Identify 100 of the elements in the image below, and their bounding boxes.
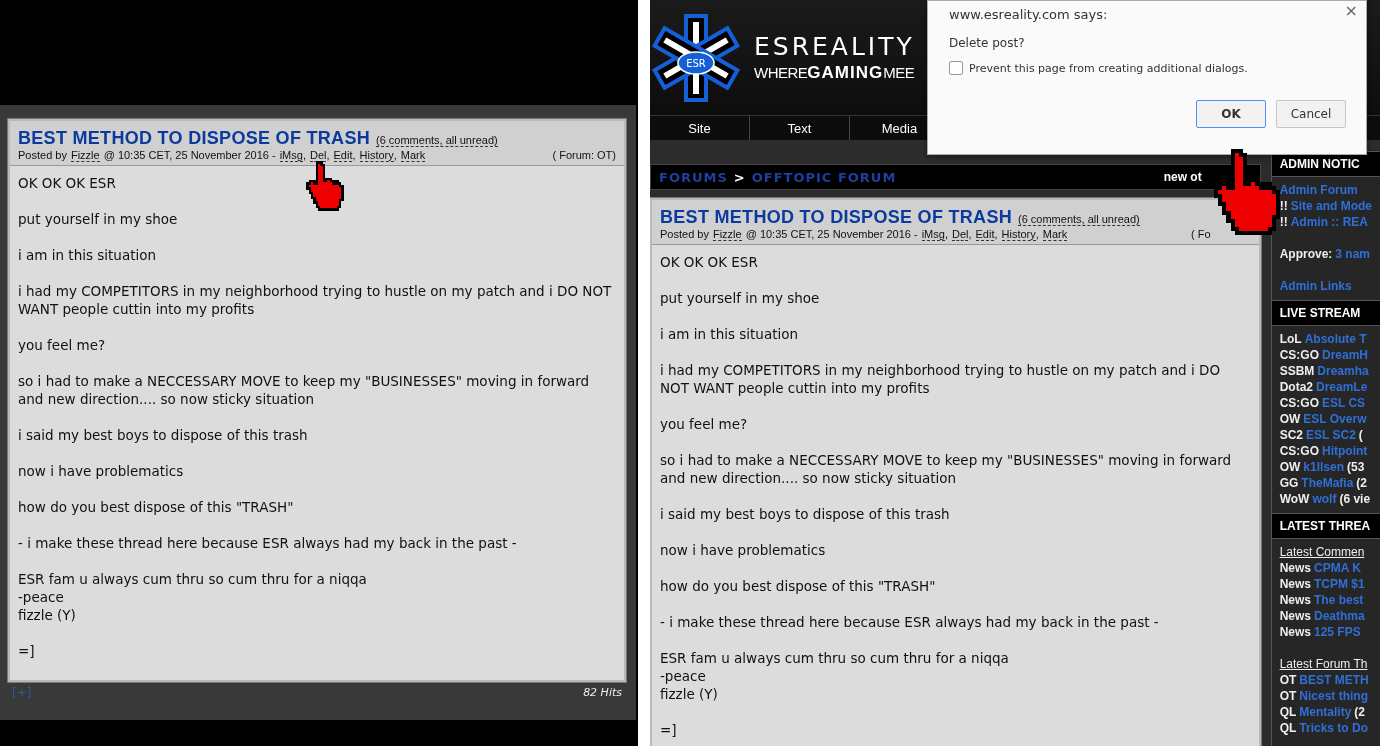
sidebar-label: WoW (1279, 491, 1310, 507)
sidebar-link[interactable]: DreamLe (1316, 379, 1368, 395)
sidebar-heading: LIVE STREAM (1271, 300, 1380, 326)
post-action-link[interactable]: iMsg (921, 228, 945, 241)
sidebar-label: News (1279, 624, 1311, 640)
author-link[interactable]: Fizzle (70, 149, 100, 162)
author-link[interactable]: Fizzle (712, 228, 742, 241)
breadcrumb-link[interactable]: FORUMS (659, 169, 728, 185)
new-topic-link[interactable]: new ot (1163, 170, 1202, 184)
sidebar-link[interactable]: Nicest thing (1299, 688, 1368, 704)
hand-cursor-icon (305, 160, 345, 212)
sidebar-label: Dota2 (1279, 379, 1313, 395)
post-text: fizzle (Y) (18, 606, 77, 624)
post-text: ESR fam u always cum thru so cum thru for a niqqa (18, 570, 368, 588)
sidebar-suffix: (2 (1356, 475, 1367, 491)
sidebar-link[interactable]: Admin :: REA (1290, 214, 1368, 230)
sidebar-link[interactable]: The best (1314, 592, 1364, 608)
breadcrumb-separator: > (733, 169, 746, 185)
sidebar-link[interactable]: Dreamha (1317, 363, 1369, 379)
sidebar-subheading[interactable]: Latest Commen (1279, 544, 1365, 560)
post-text: put yourself in my shoe (660, 289, 821, 307)
nav-item[interactable]: Text (750, 116, 850, 140)
separator: , (352, 149, 356, 161)
post-text: - i make these thread here because ESR always had my back in the past - (18, 534, 518, 552)
posted-by-label: Posted by (18, 149, 67, 161)
checkbox-label[interactable]: Prevent this page from creating additional dialogs. (969, 61, 1248, 75)
dialog-title: www.esreality.com says: (949, 7, 1109, 22)
separator: , (1035, 228, 1039, 240)
sidebar-link[interactable]: Admin Forum (1279, 182, 1358, 198)
sidebar-link[interactable]: BEST METH (1299, 672, 1369, 688)
sidebar-label: QL (1279, 720, 1297, 736)
post-text: how do you best dispose of this "TRASH" (660, 577, 937, 595)
post-text: put yourself in my shoe (18, 210, 179, 228)
breadcrumb-link[interactable]: OFFTOPIC FORUM (751, 169, 897, 185)
post-text: i said my best boys to dispose of this trash (18, 426, 309, 444)
sidebar-link[interactable]: CPMA K (1314, 560, 1361, 576)
post-action-link[interactable]: History (1001, 228, 1036, 241)
sidebar-link[interactable]: 125 FPS (1314, 624, 1361, 640)
site-tagline: WHERE (754, 64, 808, 81)
post-title[interactable]: BEST METHOD TO DISPOSE OF TRASH (660, 207, 1012, 228)
sidebar-link[interactable]: Hitpoint (1322, 443, 1368, 459)
separator: , (994, 228, 998, 240)
sidebar-link[interactable]: k1llsen (1303, 459, 1345, 475)
post-action-link[interactable]: Mark (400, 149, 426, 162)
post-action-link[interactable]: iMsg (279, 149, 303, 162)
post-text: =] (18, 642, 36, 660)
sidebar-link[interactable]: ESL SC2 (1306, 427, 1356, 443)
expand-link[interactable]: [+] (12, 686, 32, 700)
post-text: now i have problematics (660, 541, 827, 559)
post-text: so i had to make a NECCESSARY MOVE to keep my "BUSINESSES" moving in forward and new direction.... so now sticky situation (18, 372, 591, 408)
sidebar-label: GG (1279, 475, 1299, 491)
sidebar-link[interactable]: Mentality (1299, 704, 1352, 720)
sidebar-link[interactable]: ESL Overw (1303, 411, 1367, 427)
post-title[interactable]: BEST METHOD TO DISPOSE OF TRASH (18, 128, 370, 149)
checkbox[interactable] (949, 61, 963, 75)
sidebar-label: CS:GO (1279, 347, 1319, 363)
separator: , (326, 149, 330, 161)
sidebar-link[interactable]: Admin Links (1279, 278, 1352, 294)
sidebar-link[interactable]: 3 nam (1335, 246, 1370, 262)
sidebar-label: News (1279, 608, 1311, 624)
post-action-link[interactable]: Mark (1042, 228, 1068, 241)
separator: , (968, 228, 972, 240)
separator: , (393, 149, 397, 161)
sidebar-label: Approve: (1279, 246, 1333, 262)
sidebar-link[interactable]: DreamH (1322, 347, 1369, 363)
post-text: i said my best boys to dispose of this trash (660, 505, 951, 523)
post-text: how do you best dispose of this "TRASH" (18, 498, 295, 516)
comments-link[interactable]: (6 comments, all unread) (376, 134, 498, 147)
post-text: you feel me? (18, 336, 107, 354)
sidebar-suffix: (53 (1347, 459, 1365, 475)
sidebar-suffix: (2 (1354, 704, 1365, 720)
sidebar-link[interactable]: TCPM $1 (1314, 576, 1365, 592)
sidebar-link[interactable]: Absolute T (1304, 331, 1367, 347)
sidebar-label: OT (1279, 688, 1297, 704)
sidebar-label: QL (1279, 704, 1297, 720)
sidebar-label: OW (1279, 459, 1301, 475)
sidebar-link[interactable]: Tricks to Do (1299, 720, 1368, 736)
dialog-button[interactable]: OK (1196, 100, 1266, 128)
sidebar-label: News (1279, 560, 1311, 576)
post-text: fizzle (Y) (660, 685, 719, 703)
dialog-message: Delete post? (949, 36, 1026, 50)
sidebar-subheading[interactable]: Latest Forum Th (1279, 656, 1368, 672)
post-timestamp: @ 10:35 CET, 25 November 2016 - (745, 228, 918, 240)
post-text: you feel me? (660, 415, 749, 433)
sidebar-link[interactable]: wolf (1312, 491, 1337, 507)
forum-label: ( Fo (1191, 228, 1211, 241)
nav-item[interactable]: Site (650, 116, 750, 140)
sidebar-link[interactable]: TheMafia (1301, 475, 1354, 491)
comments-link[interactable]: (6 comments, all unread) (1018, 213, 1140, 226)
sidebar-label: CS:GO (1279, 443, 1319, 459)
close-button[interactable]: × (1344, 1, 1358, 20)
sidebar-label: !! (1279, 214, 1288, 230)
sidebar-link[interactable]: Site and Mode (1290, 198, 1372, 214)
sidebar-link[interactable]: ESL CS (1322, 395, 1366, 411)
sidebar-label: News (1279, 576, 1311, 592)
post-action-link[interactable]: History (359, 149, 394, 162)
sidebar-link[interactable]: Deathma (1314, 608, 1365, 624)
dialog-button[interactable]: Cancel (1276, 100, 1346, 128)
site-wordmark: ESREALITY (754, 32, 915, 61)
post-text: so i had to make a NECCESSARY MOVE to keep my "BUSINESSES" moving in forward and new direction.... so now sticky situation (660, 451, 1233, 487)
